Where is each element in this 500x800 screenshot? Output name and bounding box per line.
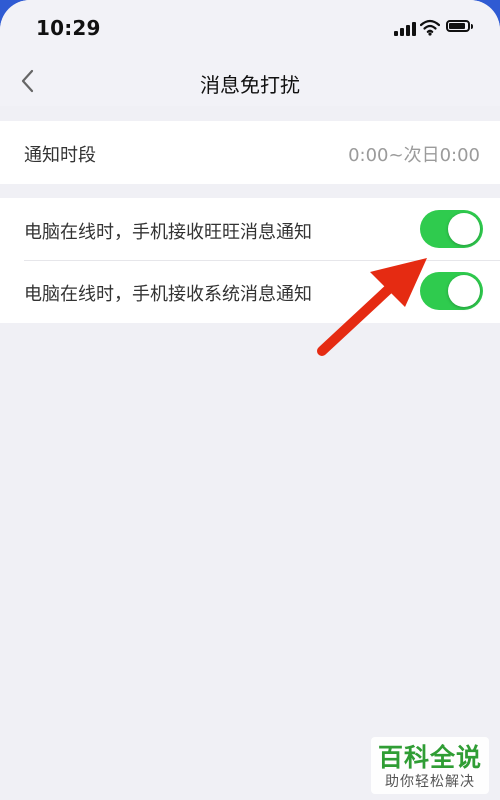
annotation-arrow (317, 258, 427, 356)
toggle-knob (448, 213, 480, 245)
watermark-sub-text: 助你轻松解决 (385, 774, 475, 790)
system-notification-label: 电脑在线时，手机接收系统消息通知 (24, 284, 312, 305)
phone-screen: 10:29 消息免打扰 通知时段 0:00~次日0:00 电脑在线时，手机接收旺… (0, 0, 500, 800)
status-time: 10:29 (36, 16, 101, 40)
notify-period-section: 通知时段 0:00~次日0:00 (0, 121, 500, 184)
watermark-logo: 百科全说 助你轻松解决 (371, 737, 489, 794)
watermark-main-text: 百科全说 (377, 743, 482, 772)
wifi-icon (419, 18, 441, 36)
navigation-bar: 消息免打扰 (0, 58, 500, 106)
wangwang-notification-row: 电脑在线时，手机接收旺旺消息通知 (0, 198, 500, 261)
page-title: 消息免打扰 (200, 73, 300, 97)
notify-period-value: 0:00~次日0:00 (348, 145, 480, 166)
wangwang-notification-toggle[interactable] (420, 210, 483, 248)
battery-icon (446, 20, 474, 34)
toggle-knob (448, 275, 480, 307)
notify-period-row[interactable]: 通知时段 0:00~次日0:00 (0, 121, 500, 183)
status-bar: 10:29 (0, 0, 500, 58)
notification-toggle-section: 电脑在线时，手机接收旺旺消息通知 电脑在线时，手机接收系统消息通知 (0, 198, 500, 323)
signal-icon (394, 21, 416, 36)
notify-period-label: 通知时段 (24, 145, 96, 166)
wangwang-notification-label: 电脑在线时，手机接收旺旺消息通知 (24, 222, 312, 243)
system-notification-row: 电脑在线时，手机接收系统消息通知 (0, 260, 500, 322)
system-notification-toggle[interactable] (420, 272, 483, 310)
